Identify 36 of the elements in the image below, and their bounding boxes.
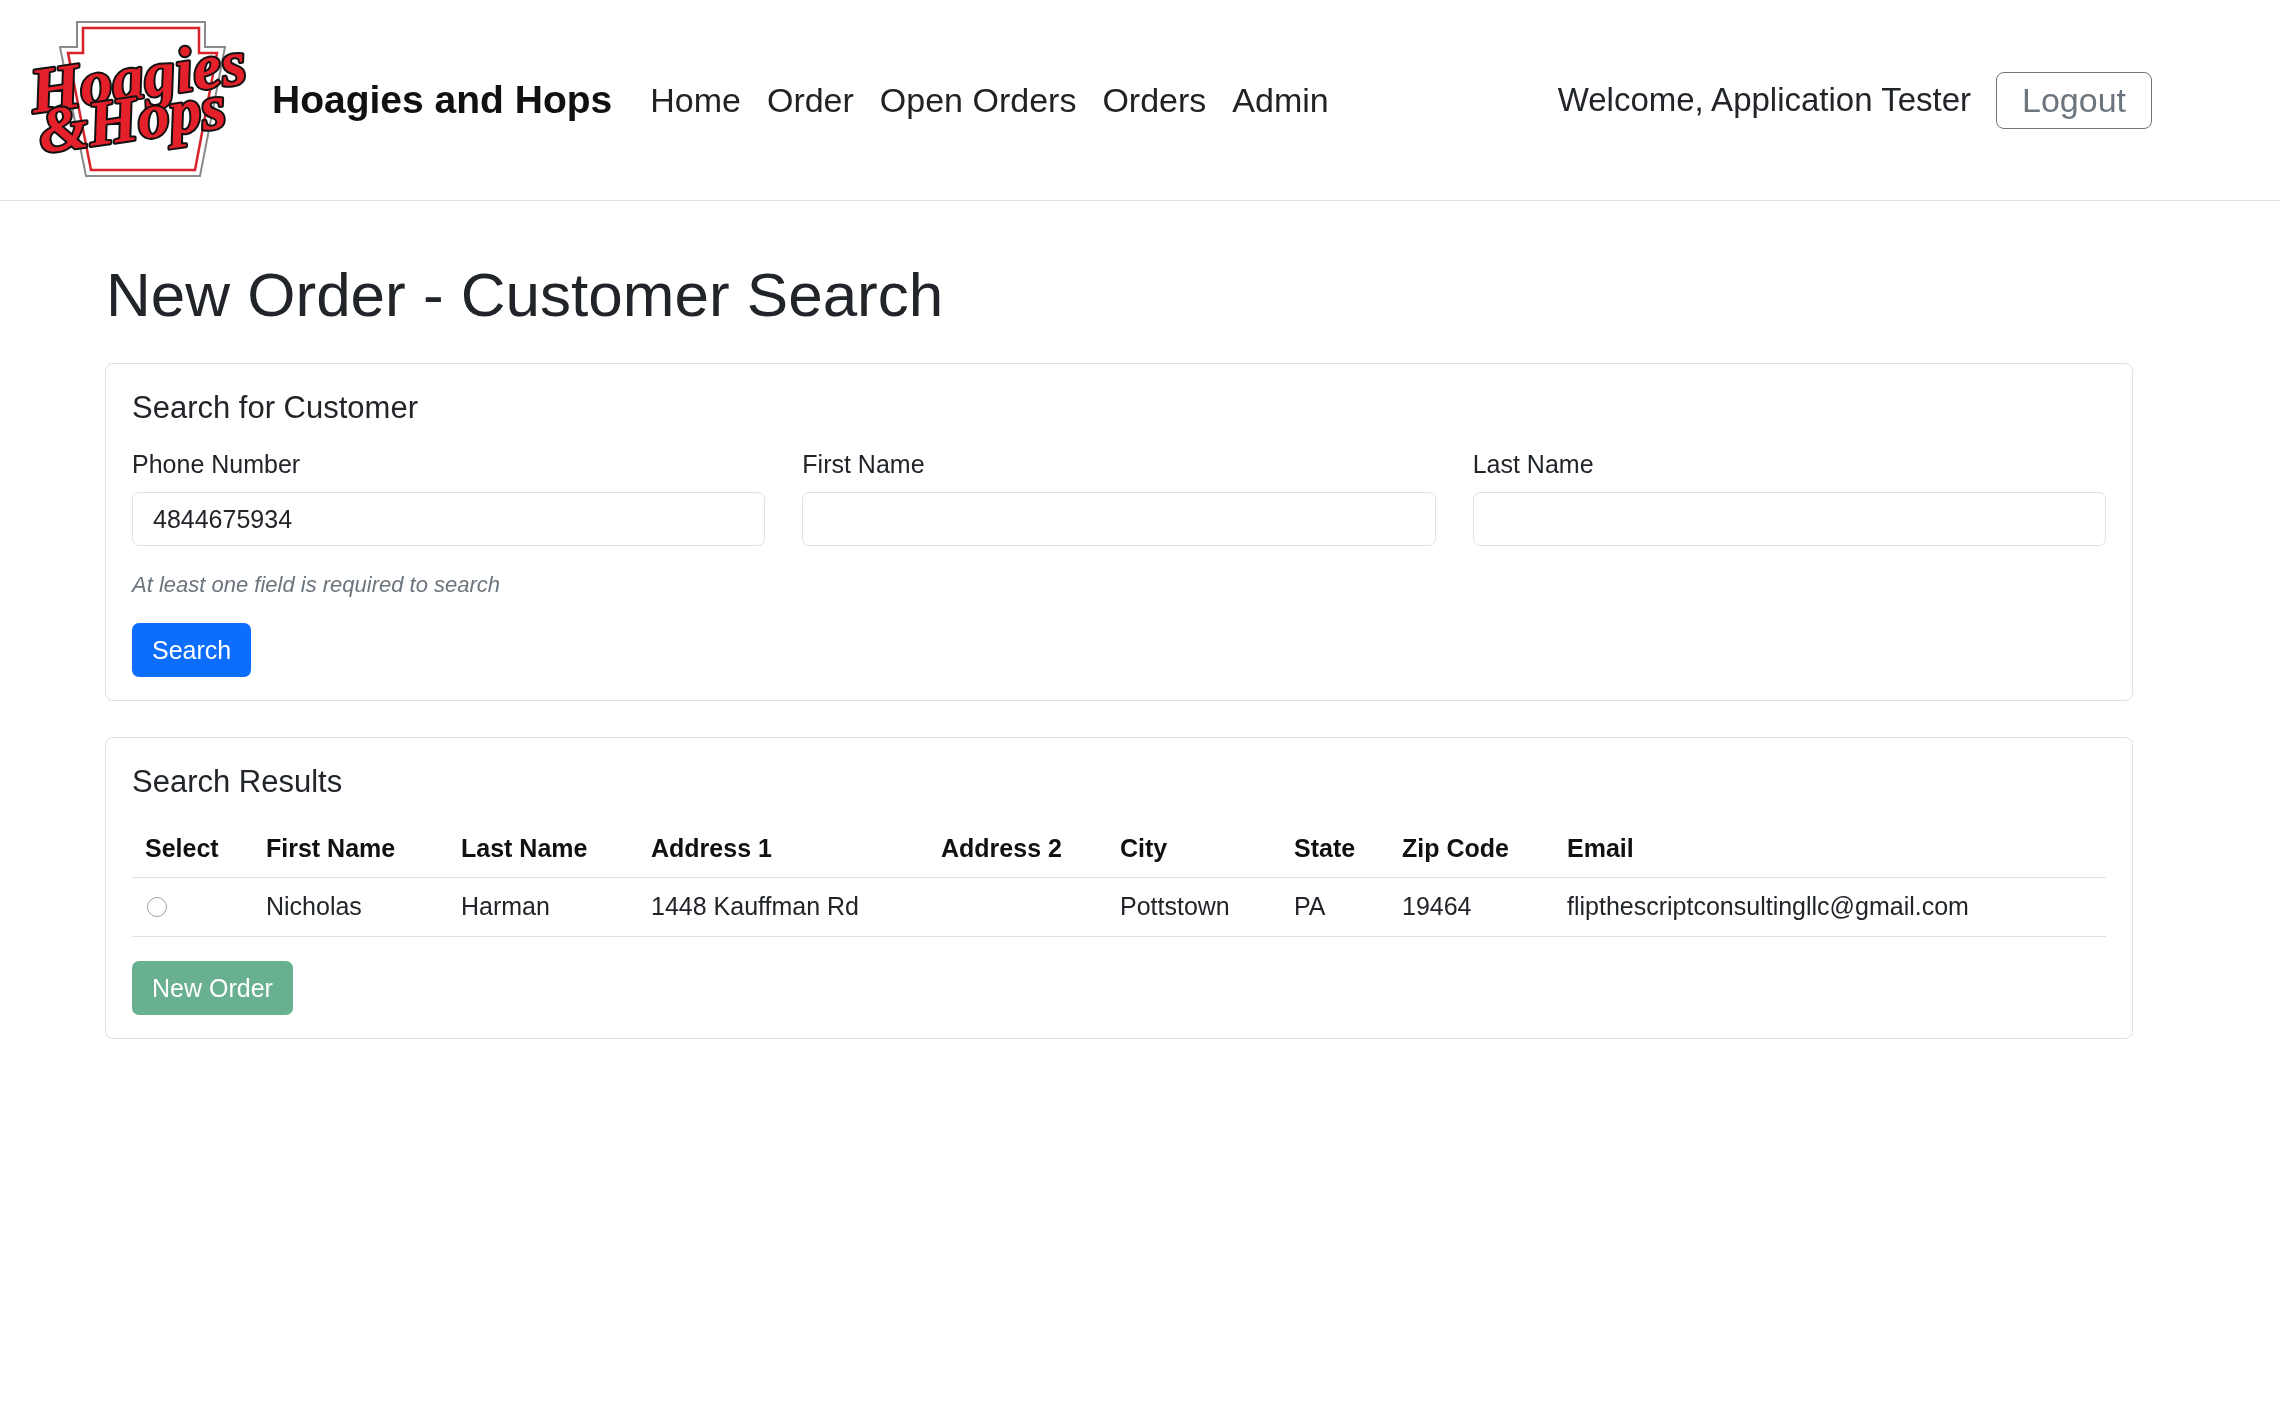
column-header: First Name <box>253 821 448 878</box>
welcome-text: Welcome, Application Tester <box>1557 81 1971 119</box>
column-header: State <box>1281 821 1389 878</box>
nav-link[interactable]: Admin <box>1219 80 1342 120</box>
table-cell: PA <box>1281 877 1389 937</box>
radio-button[interactable] <box>147 896 167 917</box>
table-cell: flipthescriptconsultingllc@gmail.com <box>1554 877 2106 937</box>
table-cell: 19464 <box>1389 877 1554 937</box>
hint-text: At least one field is required to search <box>132 571 502 600</box>
card-title: Search for Customer <box>132 389 419 427</box>
column-header: Select <box>132 821 253 878</box>
nav-link[interactable]: Orders <box>1089 80 1220 120</box>
table-cell: Harman <box>448 877 638 937</box>
table-cell: Pottstown <box>1107 877 1281 937</box>
card-title: Search Results <box>132 763 344 801</box>
column-header: Last Name <box>448 821 638 878</box>
nav-link[interactable]: Home <box>637 80 754 120</box>
nav-link[interactable]: Open Orders <box>866 80 1090 120</box>
page-title: New Order - Customer Search <box>106 259 945 331</box>
input-field[interactable]: 4844675934 <box>132 492 766 547</box>
column-header: Zip Code <box>1389 821 1554 878</box>
column-header: City <box>1107 821 1281 878</box>
brand-name[interactable]: Hoagies and Hops <box>272 78 613 122</box>
table-cell: 1448 Kauffman Rd <box>638 877 928 937</box>
search-button[interactable]: Search <box>132 623 252 678</box>
column-header: Address 2 <box>928 821 1107 878</box>
column-header: Email <box>1554 821 2106 878</box>
field-label: Last Name <box>1472 448 1595 480</box>
column-header: Address 1 <box>638 821 928 878</box>
logout-button[interactable]: Logout <box>1996 71 2152 129</box>
nav-link[interactable]: Order <box>753 80 867 120</box>
input-field[interactable] <box>802 492 1436 547</box>
input-field[interactable] <box>1472 492 2106 547</box>
table-cell: Nicholas <box>253 877 448 937</box>
field-label: Phone Number <box>132 448 302 480</box>
field-label: First Name <box>802 448 926 480</box>
